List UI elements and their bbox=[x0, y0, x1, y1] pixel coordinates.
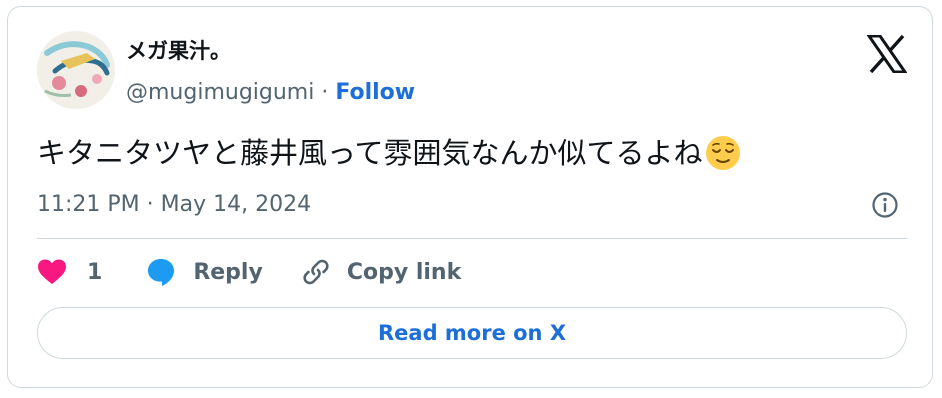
x-logo-icon[interactable] bbox=[866, 34, 908, 74]
tweet-timestamp[interactable]: 11:21 PM · May 14, 2024 bbox=[37, 189, 311, 221]
tweet-card: メガ果汁。 @mugimugigumi · Follow キタニタツヤと藤井風っ… bbox=[7, 6, 933, 388]
divider bbox=[37, 238, 907, 239]
info-icon[interactable] bbox=[871, 191, 899, 219]
read-more-button[interactable]: Read more on X bbox=[37, 307, 907, 359]
tweet-text: キタニタツヤと藤井風って雰囲気なんか似てるよね bbox=[37, 131, 741, 175]
copy-link-label: Copy link bbox=[346, 259, 462, 285]
heart-icon bbox=[37, 258, 67, 286]
tweet-actions: 1 Reply Copy link bbox=[37, 255, 461, 289]
relieved-face-emoji-icon bbox=[705, 135, 741, 171]
author-handle-line: @mugimugigumi · Follow bbox=[126, 78, 415, 108]
like-button[interactable]: 1 bbox=[37, 258, 102, 286]
avatar-image bbox=[37, 31, 115, 109]
display-name[interactable]: メガ果汁。 bbox=[126, 37, 231, 65]
link-icon bbox=[301, 257, 331, 287]
follow-link[interactable]: Follow bbox=[335, 80, 415, 105]
copy-link-button[interactable]: Copy link bbox=[301, 257, 461, 287]
author-handle[interactable]: @mugimugigumi bbox=[126, 80, 314, 105]
handle-separator: · bbox=[314, 80, 336, 105]
avatar[interactable] bbox=[37, 31, 115, 109]
reply-label: Reply bbox=[193, 259, 263, 285]
like-count: 1 bbox=[87, 259, 103, 285]
tweet-body: キタニタツヤと藤井風って雰囲気なんか似てるよね bbox=[37, 136, 703, 170]
reply-button[interactable]: Reply bbox=[146, 257, 263, 287]
speech-bubble-icon bbox=[146, 257, 176, 287]
